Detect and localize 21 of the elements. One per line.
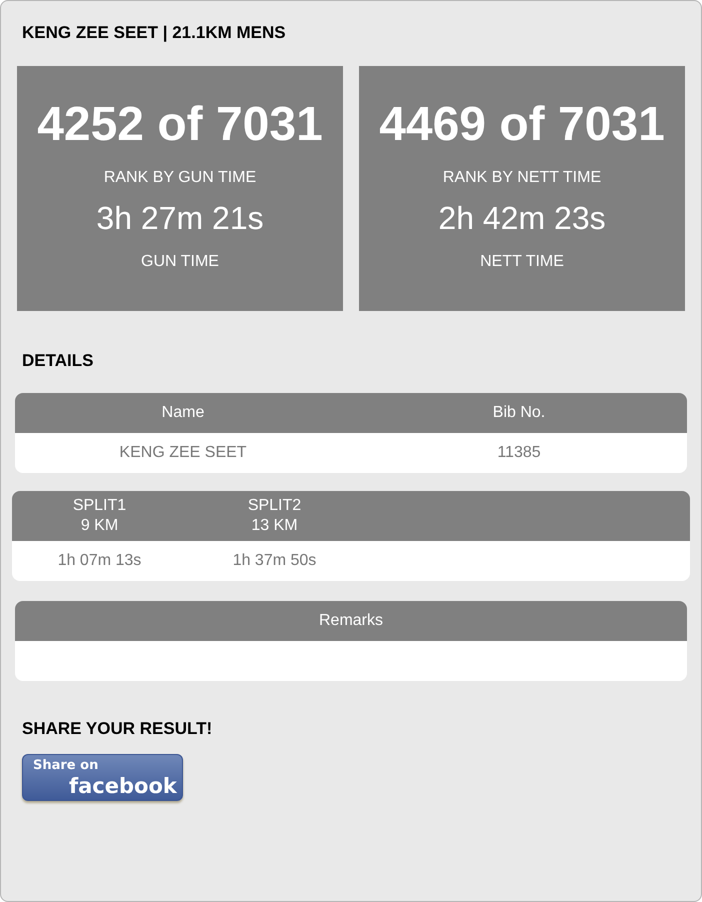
details-heading: DETAILS [22,350,94,372]
time-label: NETT TIME [479,252,565,272]
column-header: SPLIT2 13 KM [246,496,302,536]
rank-label: RANK BY NETT TIME [442,168,602,188]
rank-label: RANK BY GUN TIME [102,168,258,188]
share-heading: SHARE YOUR RESULT! [22,718,214,740]
table-cell-text: 1h 37m 50s [232,551,318,571]
column-header: Name [160,404,206,422]
time-value: 3h 27m 21s [95,199,265,238]
column-header: Remarks [318,612,384,630]
table-cell-text: KENG ZEE SEET [118,444,248,462]
column-header: SPLIT1 9 KM [72,496,128,536]
runner-title: KENG ZEE SEET | 21.1KM MENS [22,22,287,44]
rank-value: 4252 of 7031 [36,97,324,153]
table-cell-text: 1h 07m 13s [56,551,142,571]
table-cell-text: 11385 [496,444,542,462]
facebook-share-button[interactable]: Share on facebook [22,754,183,801]
column-header: Bib No. [492,404,546,422]
time-value: 2h 42m 23s [437,199,607,238]
rank-value: 4469 of 7031 [378,97,666,153]
time-label: GUN TIME [140,252,220,272]
